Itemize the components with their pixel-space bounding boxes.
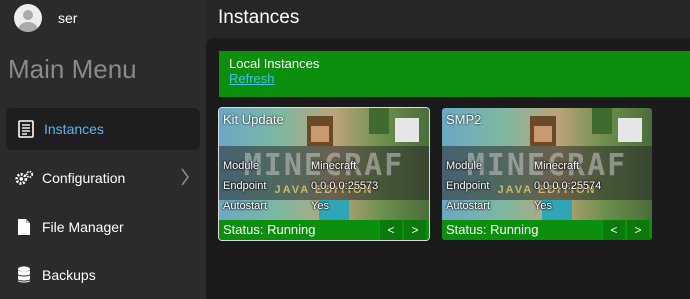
chevron-right-icon[interactable] — [180, 167, 190, 190]
next-button[interactable]: > — [403, 220, 426, 240]
previous-button[interactable]: < — [602, 220, 625, 240]
module-label: Module — [223, 160, 260, 172]
instance-card-kit-update[interactable]: MINECRAF JAVA EDITION Kit Update Module … — [218, 107, 430, 241]
endpoint-value: 0.0.0.0:25574 — [534, 180, 602, 192]
sidebar-item-label: File Manager — [42, 219, 124, 235]
page-title: Instances — [218, 7, 300, 28]
module-value: Minecraft — [311, 160, 357, 172]
sidebar-item-configuration[interactable]: Configuration — [0, 157, 206, 199]
endpoint-value: 0.0.0.0:25573 — [311, 180, 379, 192]
sidebar: ser Main Menu Instances Configuration Fi… — [0, 0, 206, 299]
file-icon — [14, 217, 34, 237]
autostart-value: Yes — [534, 200, 552, 212]
banner-title: Local Instances — [229, 56, 320, 71]
sidebar-item-label: Backups — [42, 267, 96, 283]
username: ser — [58, 10, 78, 26]
refresh-link[interactable]: Refresh — [229, 71, 275, 86]
previous-button[interactable]: < — [379, 220, 402, 240]
sidebar-item-instances[interactable]: Instances — [6, 108, 200, 150]
status-text: Status: Running — [223, 222, 316, 237]
instance-card-smp2[interactable]: MINECRAF JAVA EDITION SMP2 Module Minecr… — [442, 108, 652, 240]
module-value: Minecraft — [534, 160, 580, 172]
user-profile[interactable]: ser — [14, 4, 77, 32]
status-bar: Status: Running < > — [442, 220, 652, 240]
sidebar-item-label: Instances — [44, 121, 104, 137]
next-button[interactable]: > — [626, 220, 649, 240]
autostart-label: Autostart — [446, 200, 491, 212]
autostart-value: Yes — [311, 200, 329, 212]
sidebar-item-backups[interactable]: Backups — [0, 254, 206, 296]
sidebar-item-label: Configuration — [42, 170, 126, 186]
module-label: Module — [446, 160, 483, 172]
autostart-label: Autostart — [223, 200, 268, 212]
database-icon — [14, 265, 34, 285]
instance-name: SMP2 — [446, 112, 482, 127]
endpoint-label: Endpoint — [223, 180, 267, 192]
gears-icon — [14, 168, 34, 188]
sidebar-item-file-manager[interactable]: File Manager — [0, 206, 206, 248]
instances-icon — [16, 119, 36, 139]
instance-name: Kit Update — [223, 112, 284, 127]
endpoint-label: Endpoint — [446, 180, 490, 192]
avatar[interactable] — [14, 4, 42, 32]
local-instances-banner: Local Instances Refresh — [219, 51, 690, 97]
main-menu-title: Main Menu — [8, 54, 137, 84]
status-bar: Status: Running < > — [219, 220, 429, 240]
status-text: Status: Running — [446, 222, 539, 237]
